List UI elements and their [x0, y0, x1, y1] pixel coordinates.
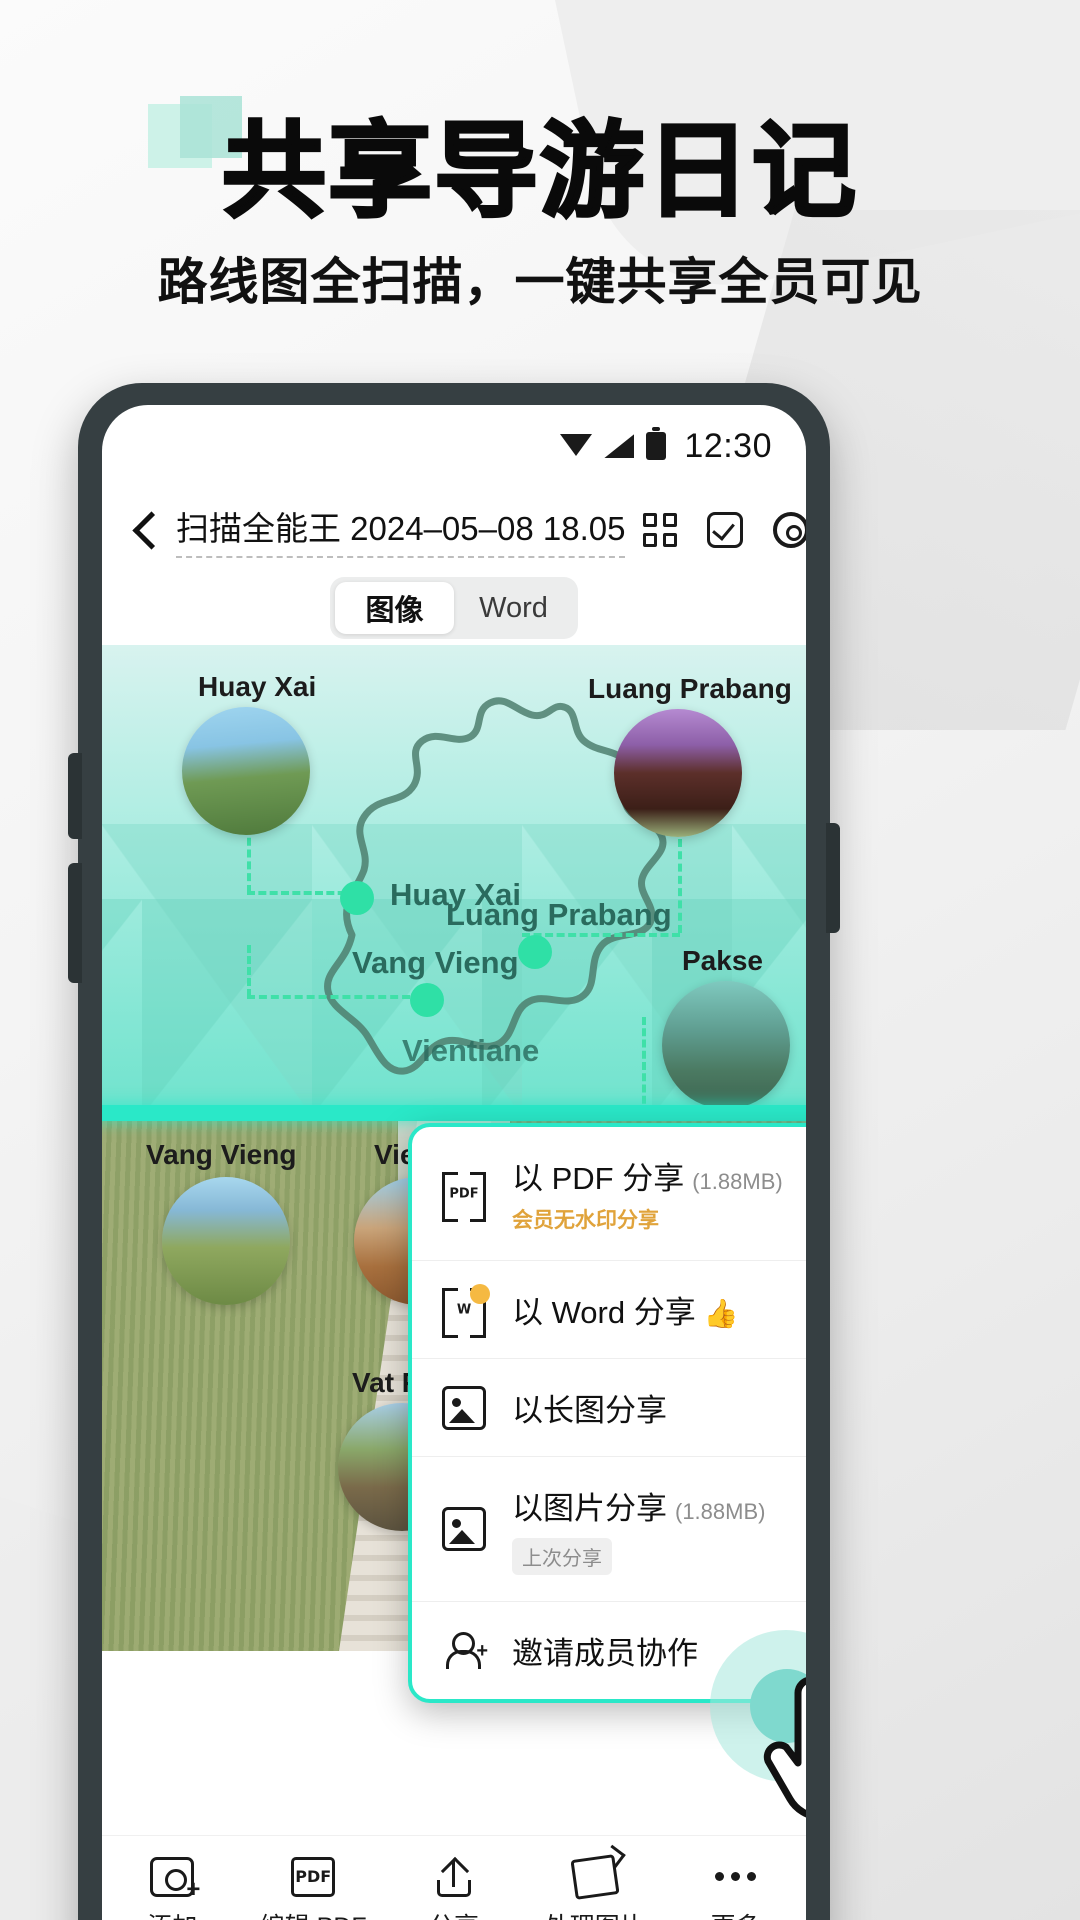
share-option-image-chip: 上次分享 — [512, 1538, 612, 1575]
header-action-icons — [643, 512, 806, 548]
photo-caption-huay-xai: Huay Xai — [198, 671, 317, 702]
view-mode-tabs: 图像 Word — [102, 577, 806, 639]
signal-icon — [604, 434, 635, 458]
share-menu[interactable]: PDF 以 PDF 分享 (1.88MB) 会员无水印分享 W 以 Word 分… — [408, 1123, 806, 1703]
photo-caption-pakse: Pakse — [682, 945, 763, 976]
process-image-icon — [570, 1853, 620, 1900]
map-pin-huay-xai[interactable] — [340, 881, 374, 915]
map-label-vang-vieng: Vang Vieng — [352, 945, 519, 980]
share-option-word[interactable]: W 以 Word 分享 👍 — [412, 1261, 806, 1359]
toolbar-item-process-image[interactable]: 处理图片 — [535, 1853, 655, 1920]
toolbar-label-add: 添加 — [147, 1907, 197, 1920]
share-option-long-image-label: 以长图分享 — [512, 1393, 667, 1428]
map-pin-vang-vieng[interactable] — [410, 983, 444, 1017]
power-button[interactable] — [826, 823, 840, 933]
phone-screen: 12:30 扫描全能王 2024–05–08 18.05 图像 Word Hua… — [102, 405, 806, 1920]
share-option-image-label: 以图片分享 — [512, 1491, 667, 1526]
share-option-pdf-size: (1.88MB) — [692, 1169, 783, 1194]
toolbar-item-more[interactable]: 更多 — [676, 1857, 796, 1920]
word-share-icon: W — [442, 1283, 490, 1338]
gear-icon[interactable] — [773, 512, 806, 548]
volume-up-button[interactable] — [68, 753, 82, 839]
status-bar-clock: 12:30 — [684, 426, 772, 465]
connector-vang-vieng-h — [247, 995, 422, 999]
share-option-word-label: 以 Word 分享 — [512, 1295, 696, 1330]
volume-down-button[interactable] — [68, 863, 82, 983]
app-header: 扫描全能王 2024–05–08 18.05 — [102, 487, 806, 573]
scanned-map-page[interactable]: Huay Xai Luang Prabang Vang Vieng Vienti… — [102, 645, 806, 1115]
share-option-image[interactable]: 以图片分享 (1.88MB) 上次分享 — [412, 1457, 806, 1602]
battery-icon — [646, 427, 667, 460]
photo-vang-vieng[interactable] — [162, 1177, 290, 1305]
photo-huay-xai[interactable] — [182, 707, 310, 835]
share-option-invite-label: 邀请成员协作 — [512, 1636, 698, 1671]
pdf-share-icon: PDF — [442, 1171, 486, 1222]
photo-caption-vang-vieng: Vang Vieng — [146, 1139, 297, 1170]
more-icon — [714, 1857, 758, 1897]
tab-image[interactable]: 图像 — [335, 582, 454, 634]
connector-pakse — [642, 1017, 646, 1115]
tab-word[interactable]: Word — [454, 582, 573, 634]
wifi-icon — [560, 434, 593, 458]
invite-member-icon: + — [442, 1629, 488, 1673]
share-option-image-size: (1.88MB) — [675, 1499, 766, 1524]
map-label-vientiane: Vientiane — [402, 1033, 540, 1068]
share-icon — [432, 1857, 476, 1897]
connector-vang-vieng — [247, 945, 251, 997]
page-subtitle: 路线图全扫描，一键共享全员可见 — [157, 253, 923, 311]
status-bar: 12:30 — [102, 405, 806, 487]
scan-progress-bar — [102, 1105, 806, 1121]
image-share-icon — [442, 1507, 486, 1551]
word-badge-dot — [470, 1283, 490, 1304]
photo-luang-prabang[interactable] — [614, 709, 742, 837]
connector-luang-prabang-h — [522, 933, 680, 937]
share-option-long-image[interactable]: 以长图分享 — [412, 1359, 806, 1457]
toolbar-item-add[interactable]: 添加 — [112, 1856, 232, 1920]
photo-pakse[interactable] — [662, 981, 790, 1109]
thumbs-up-icon: 👍 — [703, 1298, 739, 1329]
share-option-pdf[interactable]: PDF 以 PDF 分享 (1.88MB) 会员无水印分享 — [412, 1127, 806, 1261]
phone-mockup: 12:30 扫描全能王 2024–05–08 18.05 图像 Word Hua… — [68, 383, 840, 1920]
grid-view-icon[interactable] — [643, 513, 678, 547]
toolbar-item-share[interactable]: 分享 — [394, 1857, 514, 1920]
toolbar-label-share: 分享 — [429, 1907, 479, 1920]
toolbar-label-process-image: 处理图片 — [545, 1907, 645, 1920]
hand-cursor-icon — [763, 1677, 806, 1818]
share-option-pdf-label: 以 PDF 分享 — [512, 1161, 685, 1196]
select-check-icon[interactable] — [707, 512, 744, 548]
map-label-luang-prabang: Luang Prabang — [446, 897, 672, 932]
toolbar-label-more: 更多 — [711, 1907, 761, 1920]
back-chevron-icon[interactable] — [132, 510, 158, 550]
add-camera-icon — [150, 1856, 200, 1904]
share-option-pdf-subtitle: 会员无水印分享 — [512, 1209, 659, 1232]
map-pin-luang-prabang[interactable] — [518, 935, 552, 969]
document-title[interactable]: 扫描全能王 2024–05–08 18.05 — [176, 502, 626, 558]
toolbar-item-edit-pdf[interactable]: PDF 编辑 PDF — [253, 1856, 373, 1920]
photo-caption-luang-prabang: Luang Prabang — [588, 673, 792, 704]
edit-pdf-icon: PDF — [291, 1856, 336, 1897]
bottom-toolbar: 添加 PDF 编辑 PDF 分享 处理图片 更多 — [102, 1835, 806, 1920]
long-image-share-icon — [442, 1385, 486, 1430]
page-title: 共享导游日记 — [220, 110, 858, 232]
toolbar-label-edit-pdf: 编辑 PDF — [260, 1907, 367, 1920]
